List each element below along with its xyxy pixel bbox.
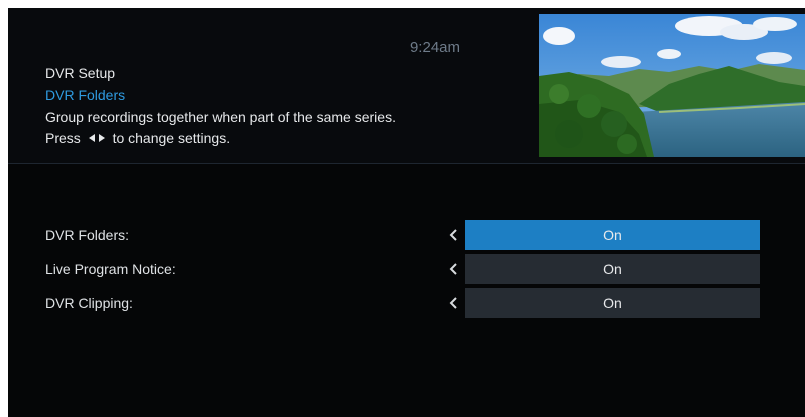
chevron-left-icon[interactable] xyxy=(448,228,458,242)
breadcrumb: DVR Setup xyxy=(45,65,116,81)
live-tv-preview xyxy=(539,14,805,157)
description-prefix: Press xyxy=(45,130,81,146)
setting-row-dvr-folders[interactable]: DVR Folders: On xyxy=(8,220,805,250)
clock: 9:24am xyxy=(409,39,461,56)
description-line-2: Press to change settings. xyxy=(45,130,230,146)
chevron-left-icon[interactable] xyxy=(448,262,458,276)
tv-screen: 9:24am DVR Setup DVR Folders Group recor… xyxy=(8,8,805,417)
setting-value-selector[interactable]: On xyxy=(465,220,760,250)
setting-value-selector[interactable]: On xyxy=(465,288,760,318)
setting-row-live-program-notice[interactable]: Live Program Notice: On xyxy=(8,254,805,284)
setting-value-selector[interactable]: On xyxy=(465,254,760,284)
setting-label: DVR Clipping: xyxy=(45,295,133,311)
chevron-left-icon[interactable] xyxy=(448,296,458,310)
description-line-1: Group recordings together when part of t… xyxy=(45,109,396,125)
left-right-arrows-icon xyxy=(88,134,105,143)
setting-label: Live Program Notice: xyxy=(45,261,176,277)
setting-row-dvr-clipping[interactable]: DVR Clipping: On xyxy=(8,288,805,318)
description-suffix: to change settings. xyxy=(112,130,231,146)
page-title: DVR Folders xyxy=(45,87,126,103)
header-panel: 9:24am DVR Setup DVR Folders Group recor… xyxy=(8,8,805,164)
setting-label: DVR Folders: xyxy=(45,227,130,243)
